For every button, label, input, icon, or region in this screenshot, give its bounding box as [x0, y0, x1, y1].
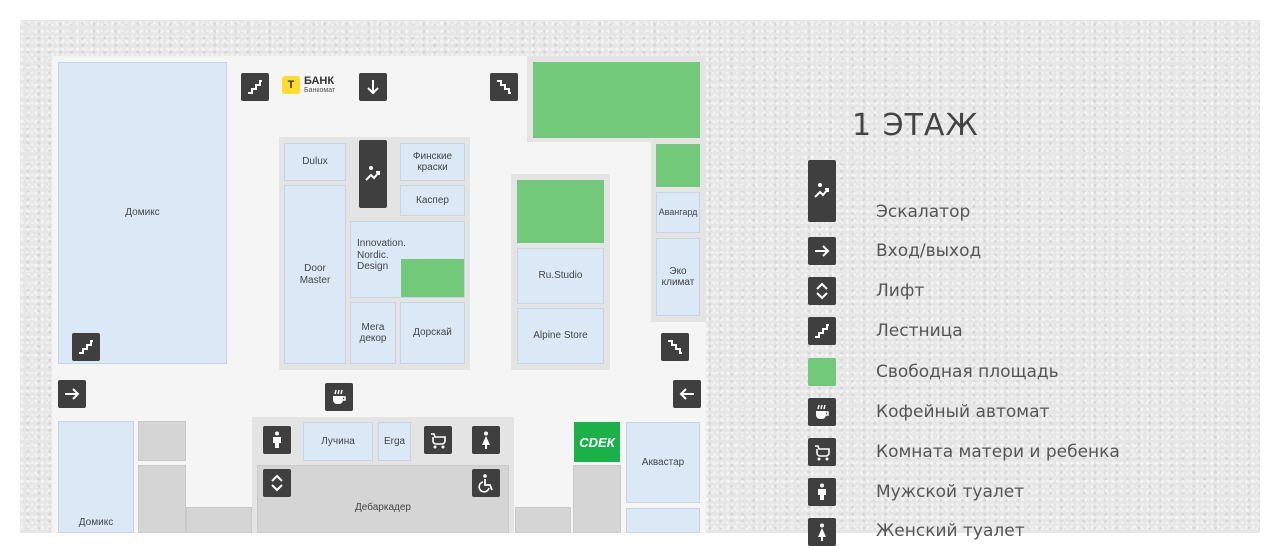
service-room — [138, 465, 186, 533]
shop-label: Erga — [383, 435, 406, 447]
shop-label: Alpine Store — [533, 330, 588, 342]
shop-label: Домикс — [125, 207, 160, 219]
entrance-arrow-icon[interactable] — [58, 380, 86, 408]
legend-label-stairs: Лестница — [876, 321, 963, 341]
stairs-icon[interactable] — [490, 73, 518, 101]
shop-label: Мега декор — [359, 321, 387, 345]
elevator-icon[interactable] — [263, 469, 291, 497]
free-area — [656, 144, 700, 187]
stairs-icon — [808, 317, 836, 345]
exit-arrow-icon[interactable] — [673, 380, 701, 408]
shop-domiks-top[interactable]: Домикс — [58, 62, 227, 364]
womens-toilet-icon[interactable] — [472, 426, 500, 454]
bank-name: БАНК — [304, 75, 335, 87]
elevator-icon — [808, 277, 836, 305]
service-room — [138, 421, 186, 461]
shop-alpine-store[interactable]: Alpine Store — [517, 308, 604, 364]
free-area — [517, 180, 604, 243]
shop-label: Ru.Studio — [538, 270, 583, 282]
entrance-exit-arrow-icon — [808, 237, 836, 265]
shop-label: Dulux — [302, 156, 328, 168]
shop-kasper[interactable]: Каспер — [400, 185, 465, 216]
escalator-icon — [808, 160, 836, 222]
womens-toilet-icon — [808, 518, 836, 546]
bank-sub: Банкомат — [304, 87, 336, 94]
shop-label: Door Master — [299, 263, 331, 286]
shop-finskie-kraski[interactable]: Финские краски — [400, 143, 465, 181]
shop-domiks-bottom[interactable]: Домикс — [58, 421, 134, 533]
shop-label: Каспер — [416, 194, 449, 206]
shop-unnamed[interactable] — [626, 508, 700, 533]
shop-luchina[interactable]: Лучина — [303, 422, 373, 461]
legend-label-elevator: Лифт — [876, 281, 925, 301]
bank-atm[interactable]: Т БАНК Банкомат — [282, 76, 335, 94]
mens-toilet-icon — [808, 478, 836, 506]
legend-label-entrance: Вход/выход — [876, 241, 982, 261]
shop-label: Домикс — [78, 516, 114, 528]
service-room — [186, 507, 252, 533]
mother-child-room-icon — [808, 438, 836, 466]
shop-ru-studio[interactable]: Ru.Studio — [517, 248, 604, 304]
shop-label: Дебаркадер — [355, 501, 411, 513]
service-room — [515, 507, 571, 533]
legend-label-coffee: Кофейный автомат — [876, 402, 1050, 422]
shop-dorskay[interactable]: Дорскай — [400, 302, 465, 364]
shop-dulux[interactable]: Dulux — [284, 143, 346, 181]
legend-label-free-area: Свободная площадь — [876, 362, 1059, 382]
shop-door-master[interactable]: Door Master — [284, 185, 346, 364]
shop-avangard[interactable]: Авангард — [656, 192, 700, 233]
shop-label: Авангард — [658, 207, 698, 218]
floor-title: 1 ЭТАЖ — [852, 108, 979, 143]
stairs-icon[interactable] — [72, 333, 100, 361]
coffee-machine-icon — [808, 398, 836, 426]
service-room — [573, 465, 621, 533]
legend-label-mother-child: Комната матери и ребенка — [876, 442, 1120, 462]
cdek-logo-text: СDЕК — [579, 434, 615, 450]
free-area-swatch — [808, 358, 836, 386]
shop-label: Аквастар — [641, 456, 685, 468]
coffee-machine-icon[interactable] — [325, 383, 353, 411]
free-area — [401, 259, 464, 297]
shop-erga[interactable]: Erga — [378, 422, 411, 461]
free-area — [533, 62, 700, 138]
bank-logo-letter: Т — [287, 79, 295, 91]
mother-child-room-icon[interactable] — [424, 426, 452, 454]
wheelchair-icon[interactable] — [472, 469, 500, 497]
shop-label: Эко климат — [661, 265, 695, 289]
down-arrow-icon[interactable] — [359, 73, 387, 101]
shop-label: Лучина — [321, 435, 355, 447]
legend-label-escalator: Эскалатор — [876, 202, 971, 222]
legend-label-mens-toilet: Мужской туалет — [876, 482, 1025, 502]
shop-eko-klimat[interactable]: Эко климат — [656, 238, 700, 316]
legend-label-womens-toilet: Женский туалет — [876, 521, 1025, 541]
stairs-icon[interactable] — [661, 333, 689, 361]
shop-label: Финские краски — [412, 150, 453, 174]
shop-mega-dekor[interactable]: Мега декор — [350, 302, 396, 364]
stairs-icon[interactable] — [241, 73, 269, 101]
shop-label: Дорскай — [413, 327, 452, 339]
shop-akvastar[interactable]: Аквастар — [626, 422, 700, 503]
shop-label: Innovation. Nordic. Design — [357, 238, 406, 272]
cdek-logo[interactable]: СDЕК — [574, 422, 620, 462]
escalator-icon[interactable] — [359, 140, 387, 208]
bank-logo-icon: Т — [282, 76, 300, 94]
mens-toilet-icon[interactable] — [263, 426, 291, 454]
